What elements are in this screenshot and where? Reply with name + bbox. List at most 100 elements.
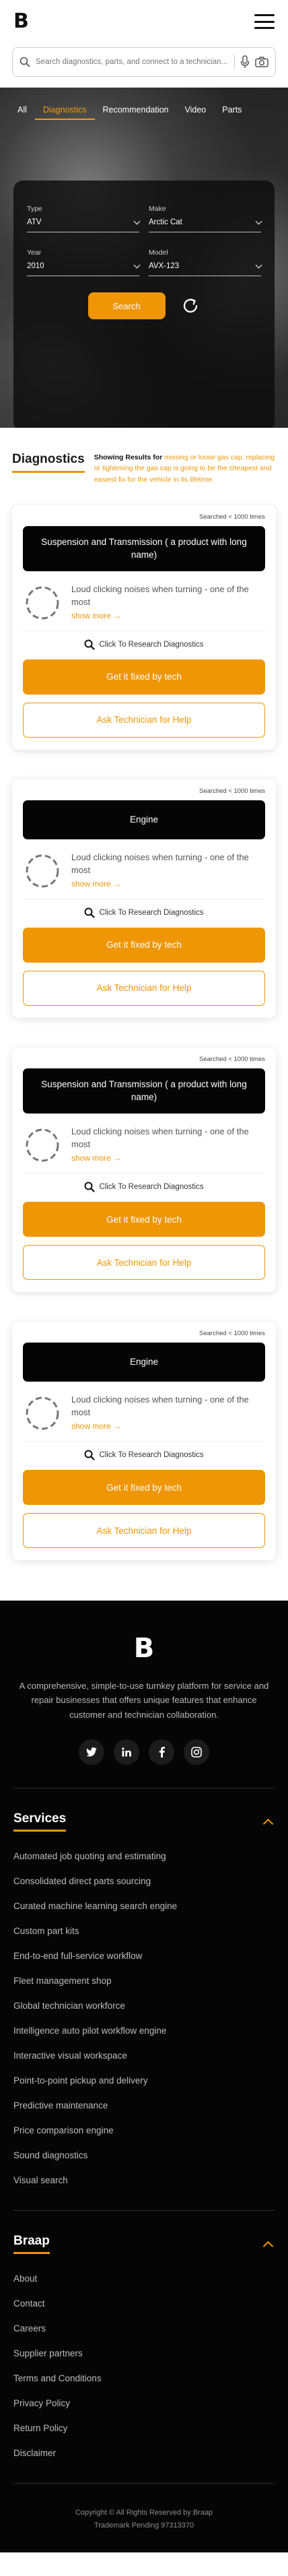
card-title[interactable]: Suspension and Transmission ( a product … <box>23 525 265 571</box>
services-list: Automated job quoting and estimating Con… <box>13 1844 275 2210</box>
ask-technician-button[interactable]: Ask Technician for Help <box>23 702 265 738</box>
service-link[interactable]: Interactive visual workspace <box>13 2043 275 2068</box>
trademark-text: Trademark Pending 97313370 <box>94 2521 194 2530</box>
problem-block: Loud clicking noises when turning - one … <box>71 1394 265 1431</box>
make-select[interactable]: Arctic Cat <box>149 218 262 232</box>
finder-row: Type ATV Make Arctic Cat <box>27 205 262 232</box>
chevron-down-icon <box>133 261 141 268</box>
service-link[interactable]: Price comparison engine <box>13 2118 275 2143</box>
get-fixed-button[interactable]: Get it fixed by tech <box>23 659 265 695</box>
disclaimer-link[interactable]: Disclaimer <box>13 2441 275 2466</box>
model-select[interactable]: AVX-123 <box>149 261 262 276</box>
results-label: Showing Results for <box>94 453 163 461</box>
service-link[interactable]: Point-to-point pickup and delivery <box>13 2068 275 2093</box>
about-link[interactable]: About <box>13 2266 275 2291</box>
tab-diagnostics[interactable]: Diagnostics <box>34 105 95 120</box>
card-body: Loud clicking noises when turning - one … <box>23 1382 265 1441</box>
card-title[interactable]: Engine <box>23 800 265 839</box>
card-body: Loud clicking noises when turning - one … <box>23 839 265 899</box>
braap-section: Braap About Contact Careers Supplier par… <box>13 2210 275 2483</box>
problem-text: Loud clicking noises when turning - one … <box>71 851 249 875</box>
service-link[interactable]: Custom part kits <box>13 1919 275 1943</box>
search-bar-container <box>0 43 288 88</box>
service-link[interactable]: Global technician workforce <box>13 1993 275 2018</box>
research-diagnostics-link[interactable]: Click To Research Diagnostics <box>23 1441 265 1470</box>
search-count: Searched < 1000 times <box>199 787 265 795</box>
tab-recommendation[interactable]: Recommendation <box>95 105 177 120</box>
get-fixed-button[interactable]: Get it fixed by tech <box>23 1202 265 1237</box>
show-more-link[interactable]: show more → <box>71 879 265 889</box>
search-count: Searched < 1000 times <box>199 1330 265 1338</box>
service-link[interactable]: Consolidated direct parts sourcing <box>13 1869 275 1894</box>
return-policy-link[interactable]: Return Policy <box>13 2416 275 2441</box>
braap-toggle[interactable]: Braap <box>13 2211 275 2266</box>
service-link[interactable]: Visual search <box>13 2168 275 2193</box>
research-diagnostics-link[interactable]: Click To Research Diagnostics <box>23 630 265 659</box>
ask-technician-button[interactable]: Ask Technician for Help <box>23 1513 265 1549</box>
service-link[interactable]: Intelligence auto pilot workflow engine <box>13 2018 275 2043</box>
loading-spinner-icon <box>26 1396 59 1430</box>
make-label: Make <box>149 205 166 213</box>
type-select[interactable]: ATV <box>27 218 141 232</box>
research-label: Click To Research Diagnostics <box>99 1183 204 1192</box>
service-link[interactable]: Curated machine learning search engine <box>13 1894 275 1919</box>
year-field: Year 2010 <box>27 249 141 276</box>
footer-logo[interactable]: B <box>13 1633 275 1664</box>
supplier-partners-link[interactable]: Supplier partners <box>13 2341 275 2366</box>
card-body: Loud clicking noises when turning - one … <box>23 571 265 631</box>
show-more-link[interactable]: show more → <box>71 1421 265 1431</box>
service-link[interactable]: Automated job quoting and estimating <box>13 1844 275 1869</box>
chevron-down-icon <box>255 261 262 268</box>
show-more-link[interactable]: show more → <box>71 611 265 620</box>
type-field: Type ATV <box>27 205 141 232</box>
service-link[interactable]: End-to-end full-service workflow <box>13 1943 275 1968</box>
year-select[interactable]: 2010 <box>27 261 141 276</box>
search-divider <box>234 55 235 69</box>
finder-row: Year 2010 Model AVX-123 <box>27 249 262 276</box>
facebook-icon[interactable] <box>149 1739 174 1766</box>
loading-spinner-icon <box>26 1128 59 1162</box>
careers-link[interactable]: Careers <box>13 2316 275 2341</box>
twitter-icon[interactable] <box>79 1739 104 1766</box>
ask-technician-button[interactable]: Ask Technician for Help <box>23 970 265 1006</box>
terms-link[interactable]: Terms and Conditions <box>13 2366 275 2391</box>
search-bar <box>12 47 276 77</box>
contact-link[interactable]: Contact <box>13 2291 275 2316</box>
tab-video[interactable]: Video <box>177 105 215 120</box>
card-title[interactable]: Engine <box>23 1343 265 1382</box>
get-fixed-button[interactable]: Get it fixed by tech <box>23 1470 265 1506</box>
hamburger-menu-icon[interactable] <box>254 14 275 29</box>
service-link[interactable]: Fleet management shop <box>13 1968 275 1993</box>
service-link[interactable]: Predictive maintenance <box>13 2093 275 2118</box>
braap-logo[interactable]: B <box>13 11 29 32</box>
services-toggle[interactable]: Services <box>13 1789 275 1844</box>
search-button[interactable]: Search <box>87 292 166 319</box>
get-fixed-button[interactable]: Get it fixed by tech <box>23 927 265 963</box>
tab-all[interactable]: All <box>9 105 35 120</box>
top-header: B <box>0 0 288 88</box>
camera-icon[interactable] <box>255 57 268 67</box>
privacy-policy-link[interactable]: Privacy Policy <box>13 2391 275 2416</box>
site-footer: B A comprehensive, simple-to-use turnkey… <box>0 1601 288 2552</box>
diagnostic-card: Searched < 1000 times Suspension and Tra… <box>12 1047 276 1293</box>
make-field: Make Arctic Cat <box>149 205 262 232</box>
show-more-link[interactable]: show more → <box>71 1153 265 1163</box>
linkedin-icon[interactable] <box>114 1739 139 1766</box>
search-icon <box>20 57 30 67</box>
services-title: Services <box>13 1811 67 1832</box>
ask-technician-button[interactable]: Ask Technician for Help <box>23 1245 265 1281</box>
diagnostic-cards: Searched < 1000 times Suspension and Tra… <box>0 485 288 1601</box>
card-title[interactable]: Suspension and Transmission ( a product … <box>23 1068 265 1114</box>
service-link[interactable]: Sound diagnostics <box>13 2143 275 2168</box>
results-description: Showing Results for missing or loose gas… <box>94 452 276 485</box>
research-diagnostics-link[interactable]: Click To Research Diagnostics <box>23 1173 265 1202</box>
instagram-icon[interactable] <box>184 1739 209 1766</box>
services-section: Services Automated job quoting and estim… <box>13 1788 275 2210</box>
search-input[interactable] <box>36 58 229 66</box>
tab-parts[interactable]: Parts <box>214 105 250 120</box>
braap-links-list: About Contact Careers Supplier partners … <box>13 2266 275 2483</box>
microphone-icon[interactable] <box>240 55 250 69</box>
magnifier-icon <box>84 1450 96 1460</box>
research-diagnostics-link[interactable]: Click To Research Diagnostics <box>23 898 265 928</box>
reset-icon[interactable] <box>180 296 201 316</box>
